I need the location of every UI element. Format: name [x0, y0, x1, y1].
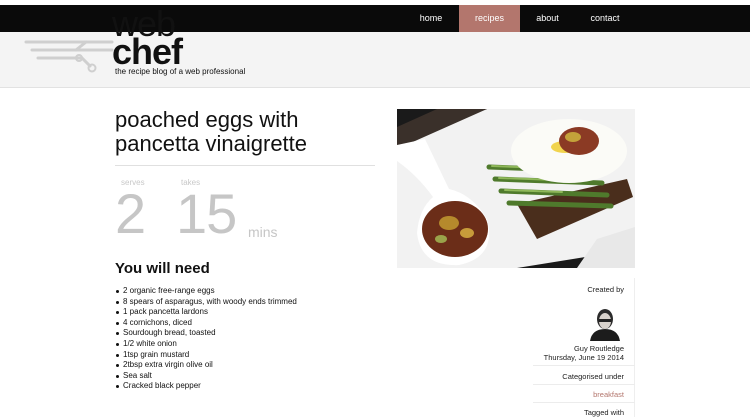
- ingredient-item: 8 spears of asparagus, with woody ends t…: [115, 297, 297, 308]
- category-link-breakfast[interactable]: breakfast: [593, 390, 624, 399]
- serves-value: 2: [115, 182, 146, 245]
- tagged-label: Tagged with: [583, 408, 624, 417]
- circuit-icon: [24, 40, 114, 73]
- title-divider: [115, 165, 375, 166]
- ingredient-item: Cracked black pepper: [115, 381, 297, 392]
- ingredient-item: 4 cornichons, diced: [115, 318, 297, 329]
- ingredient-item: Sea salt: [115, 371, 297, 382]
- nav-recipes[interactable]: recipes: [459, 5, 520, 32]
- takes-unit: mins: [248, 224, 278, 240]
- ingredient-item: 2 organic free-range eggs: [115, 286, 297, 297]
- ingredients-list: 2 organic free-range eggs 8 spears of as…: [115, 286, 297, 392]
- recipe-meta-sidebar: Created by Guy Routledge Thursday, June …: [533, 278, 635, 417]
- created-by-label: Created by: [587, 285, 624, 294]
- ingredient-item: 1tsp grain mustard: [115, 350, 297, 361]
- logo-word-chef: chef: [112, 31, 183, 72]
- sidebar-divider: [533, 384, 635, 385]
- author-avatar[interactable]: [586, 305, 624, 341]
- recipe-photo: [397, 109, 635, 268]
- author-name[interactable]: Guy Routledge: [574, 344, 624, 353]
- recipe-photo-image: [397, 109, 635, 268]
- post-date: Thursday, June 19 2014: [543, 353, 624, 362]
- sidebar-divider: [533, 365, 635, 366]
- sidebar-divider: [533, 402, 635, 403]
- ingredient-item: 2tbsp extra virgin olive oil: [115, 360, 297, 371]
- nav-contact[interactable]: contact: [575, 5, 635, 32]
- categorised-label: Categorised under: [562, 372, 624, 381]
- ingredient-item: Sourdough bread, toasted: [115, 328, 297, 339]
- ingredients-heading: You will need: [115, 260, 210, 277]
- nav-home[interactable]: home: [405, 5, 457, 32]
- site-tagline: the recipe blog of a web professional: [115, 67, 246, 76]
- ingredient-item: 1/2 white onion: [115, 339, 297, 350]
- nav-about[interactable]: about: [520, 5, 575, 32]
- site-logo[interactable]: web chef: [112, 6, 222, 72]
- ingredient-item: 1 pack pancetta lardons: [115, 307, 297, 318]
- takes-value: 15: [176, 182, 237, 245]
- recipe-title: poached eggs with pancetta vinaigrette: [115, 107, 308, 156]
